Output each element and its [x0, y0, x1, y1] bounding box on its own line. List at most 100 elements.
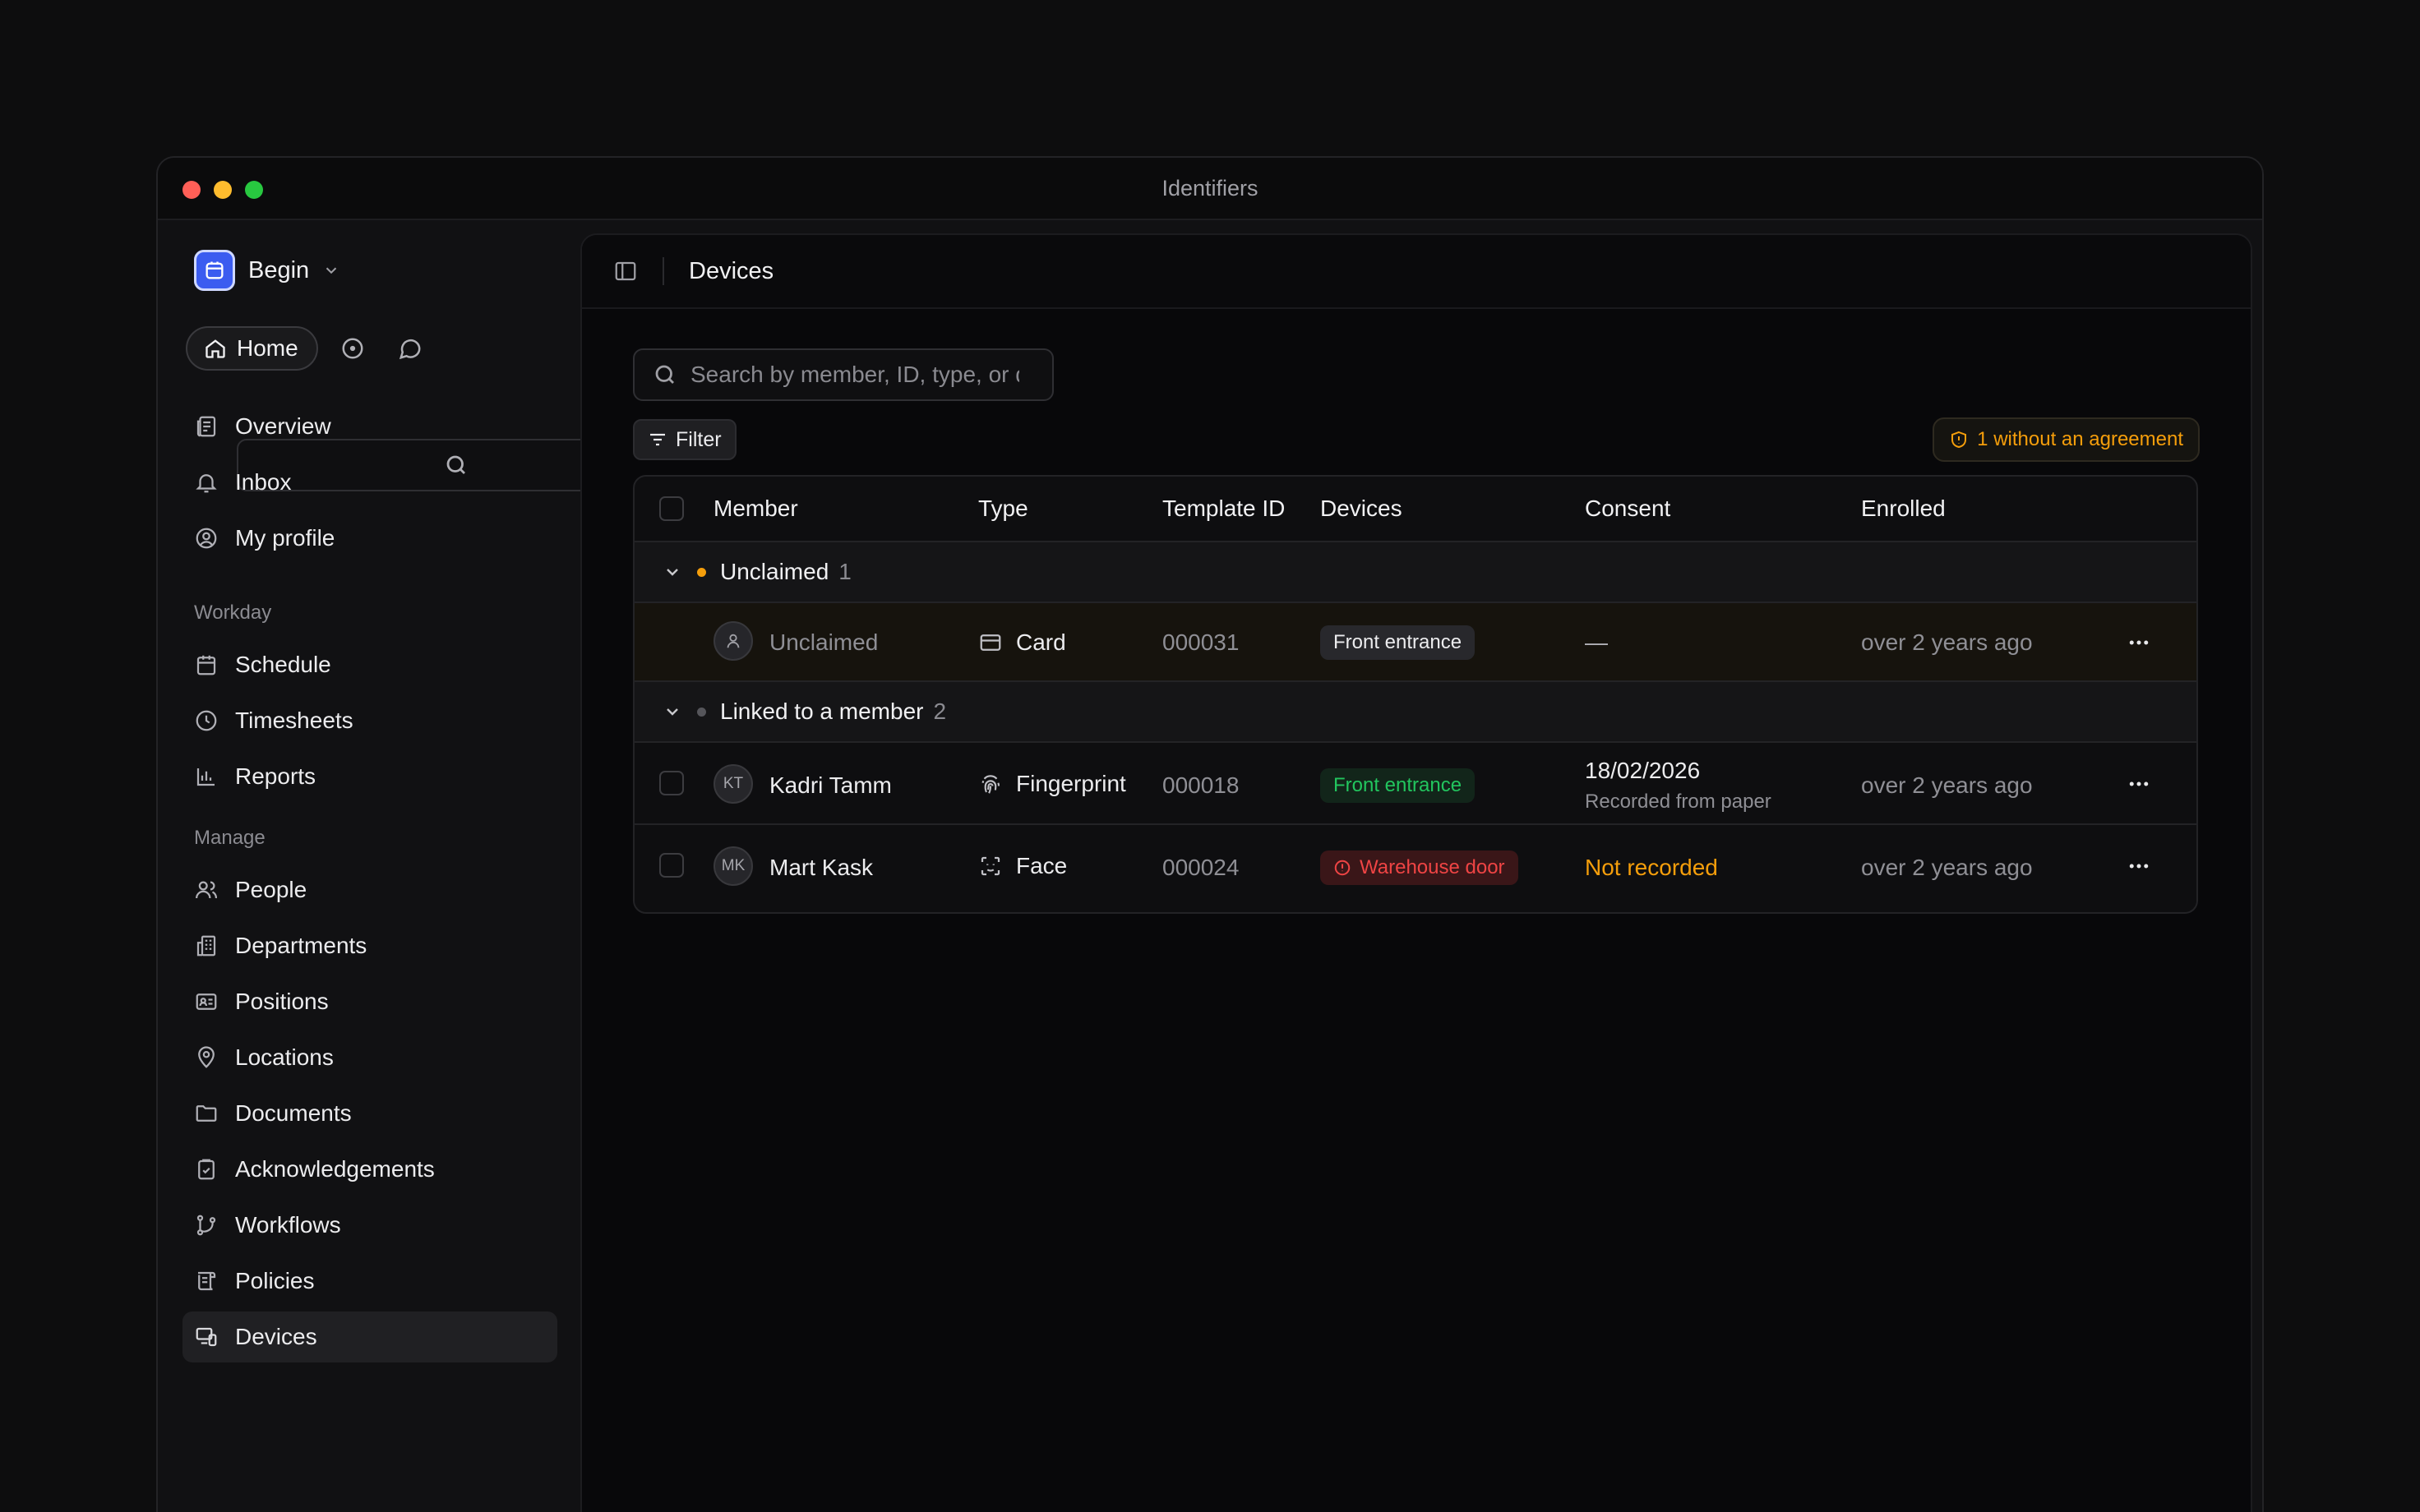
folder-icon — [196, 1105, 217, 1122]
messages-button[interactable] — [387, 325, 433, 371]
sidebar-item-departments[interactable]: Departments — [182, 920, 557, 971]
window-title: Identifiers — [1162, 176, 1258, 201]
sidebar-toggle-button[interactable] — [610, 256, 641, 287]
search-icon — [655, 365, 674, 384]
bar-chart-icon — [196, 768, 215, 786]
app-window: Identifiers Begin Home Overview Inbox My… — [156, 156, 2264, 1512]
column-header-consent[interactable]: Consent — [1585, 496, 1670, 522]
group-header-unclaimed[interactable]: Unclaimed 1 — [635, 542, 2196, 603]
column-header-template-id[interactable]: Template ID — [1162, 496, 1285, 522]
row-menu-button[interactable] — [2121, 848, 2157, 884]
filter-button[interactable]: Filter — [633, 419, 737, 460]
id-card-icon — [196, 993, 217, 1010]
column-header-enrolled[interactable]: Enrolled — [1861, 496, 1946, 522]
group-name: Unclaimed — [720, 559, 829, 584]
sidebar-item-locations[interactable]: Locations — [182, 1032, 557, 1083]
device-chip[interactable]: Front entrance — [1320, 625, 1476, 660]
sidebar-item-label: Locations — [235, 1044, 334, 1070]
title-bar: Identifiers — [158, 158, 2262, 220]
section-label-manage: Manage — [194, 827, 266, 849]
panel-header: Devices — [582, 235, 2251, 309]
type-label: Fingerprint — [1016, 771, 1126, 796]
row-menu-button[interactable] — [2121, 766, 2157, 802]
home-label: Home — [237, 335, 298, 361]
row-menu-button[interactable] — [2121, 625, 2157, 661]
table-row[interactable]: KT Kadri Tamm Fingerprint 000018 Front e… — [635, 743, 2196, 825]
sidebar-item-documents[interactable]: Documents — [182, 1088, 557, 1139]
top-nav: Home — [186, 325, 658, 491]
sidebar-item-inbox[interactable]: Inbox — [182, 457, 557, 508]
enrolled-value: over 2 years ago — [1861, 772, 2033, 798]
sidebar-item-label: Documents — [235, 1100, 352, 1126]
sidebar-item-people[interactable]: People — [182, 864, 557, 915]
row-checkbox[interactable] — [659, 771, 684, 795]
face-scan-icon — [981, 856, 1000, 876]
people-icon — [196, 881, 218, 899]
status-dot — [697, 707, 706, 717]
sidebar-item-overview[interactable]: Overview — [182, 401, 557, 452]
alert-circle-icon — [1334, 860, 1351, 876]
home-button[interactable]: Home — [186, 326, 318, 371]
workspace-logo-icon — [194, 250, 235, 291]
member-name[interactable]: Kadri Tamm — [769, 772, 892, 799]
identifiers-table: Member Type Template ID Devices Consent … — [633, 475, 2198, 914]
more-horizontal-icon — [2129, 864, 2149, 869]
workspace-switcher[interactable]: Begin — [194, 250, 340, 291]
member-name[interactable]: Mart Kask — [769, 855, 873, 881]
sidebar-item-devices[interactable]: Devices — [182, 1311, 557, 1362]
more-horizontal-icon — [2129, 640, 2149, 645]
sidebar-item-policies[interactable]: Policies — [182, 1256, 557, 1307]
device-label: Warehouse door — [1360, 856, 1505, 878]
header-divider — [663, 257, 664, 285]
avatar: MK — [714, 846, 753, 886]
row-checkbox[interactable] — [659, 853, 684, 878]
shield-alert-icon — [1951, 431, 1967, 449]
chevron-down-icon — [326, 267, 337, 274]
group-count: 1 — [838, 559, 852, 584]
group-header-linked[interactable]: Linked to a member 2 — [635, 682, 2196, 743]
sidebar-item-reports[interactable]: Reports — [182, 751, 557, 802]
column-header-type[interactable]: Type — [978, 496, 1028, 522]
device-chip[interactable]: Front entrance — [1320, 768, 1476, 803]
sidebar-toggle-icon — [615, 261, 636, 281]
card-icon — [980, 634, 1001, 651]
workspace-name: Begin — [248, 256, 310, 284]
device-label: Front entrance — [1333, 631, 1462, 653]
type-label: Face — [1016, 853, 1068, 878]
table-row[interactable]: MK Mart Kask Face 000024 Warehouse door … — [635, 825, 2196, 906]
sidebar-item-positions[interactable]: Positions — [182, 976, 557, 1027]
type-cell: Fingerprint — [978, 771, 1126, 797]
table-row[interactable]: Unclaimed Card 000031 Front entrance — o… — [635, 603, 2196, 682]
type-cell: Face — [978, 853, 1067, 879]
sidebar-item-label: Devices — [235, 1324, 317, 1349]
avatar: KT — [714, 764, 753, 804]
consent-note: Recorded from paper — [1585, 791, 1771, 813]
group-name: Linked to a member — [720, 698, 924, 724]
status-dot — [697, 567, 706, 577]
column-header-member[interactable]: Member — [714, 496, 798, 522]
sidebar-item-acknowledgements[interactable]: Acknowledgements — [182, 1144, 557, 1195]
building-icon — [196, 935, 216, 957]
chevron-down-icon[interactable] — [663, 562, 682, 582]
chevron-down-icon[interactable] — [663, 702, 682, 721]
template-id: 000018 — [1162, 772, 1240, 798]
consent-value: Not recorded — [1585, 855, 1718, 880]
device-chip[interactable]: Warehouse door — [1320, 850, 1518, 885]
section-label-workday: Workday — [194, 602, 272, 624]
clock-icon — [196, 710, 217, 731]
sidebar-item-timesheets[interactable]: Timesheets — [182, 695, 557, 746]
bell-icon — [196, 474, 217, 493]
activity-button[interactable] — [330, 325, 376, 371]
agreement-warning-badge[interactable]: 1 without an agreement — [1933, 417, 2200, 462]
sidebar-item-label: My profile — [235, 525, 335, 551]
sidebar-item-workflows[interactable]: Workflows — [182, 1200, 557, 1251]
sidebar-item-label: Workflows — [235, 1212, 341, 1238]
table-header: Member Type Template ID Devices Consent … — [635, 477, 2196, 542]
column-header-devices[interactable]: Devices — [1320, 496, 1402, 522]
select-all-checkbox[interactable] — [659, 496, 684, 521]
sidebar-item-label: Departments — [235, 933, 367, 958]
sidebar-item-my-profile[interactable]: My profile — [182, 513, 557, 564]
sidebar-item-schedule[interactable]: Schedule — [182, 639, 557, 690]
search-input[interactable] — [690, 362, 1019, 388]
user-circle-icon — [196, 528, 217, 549]
